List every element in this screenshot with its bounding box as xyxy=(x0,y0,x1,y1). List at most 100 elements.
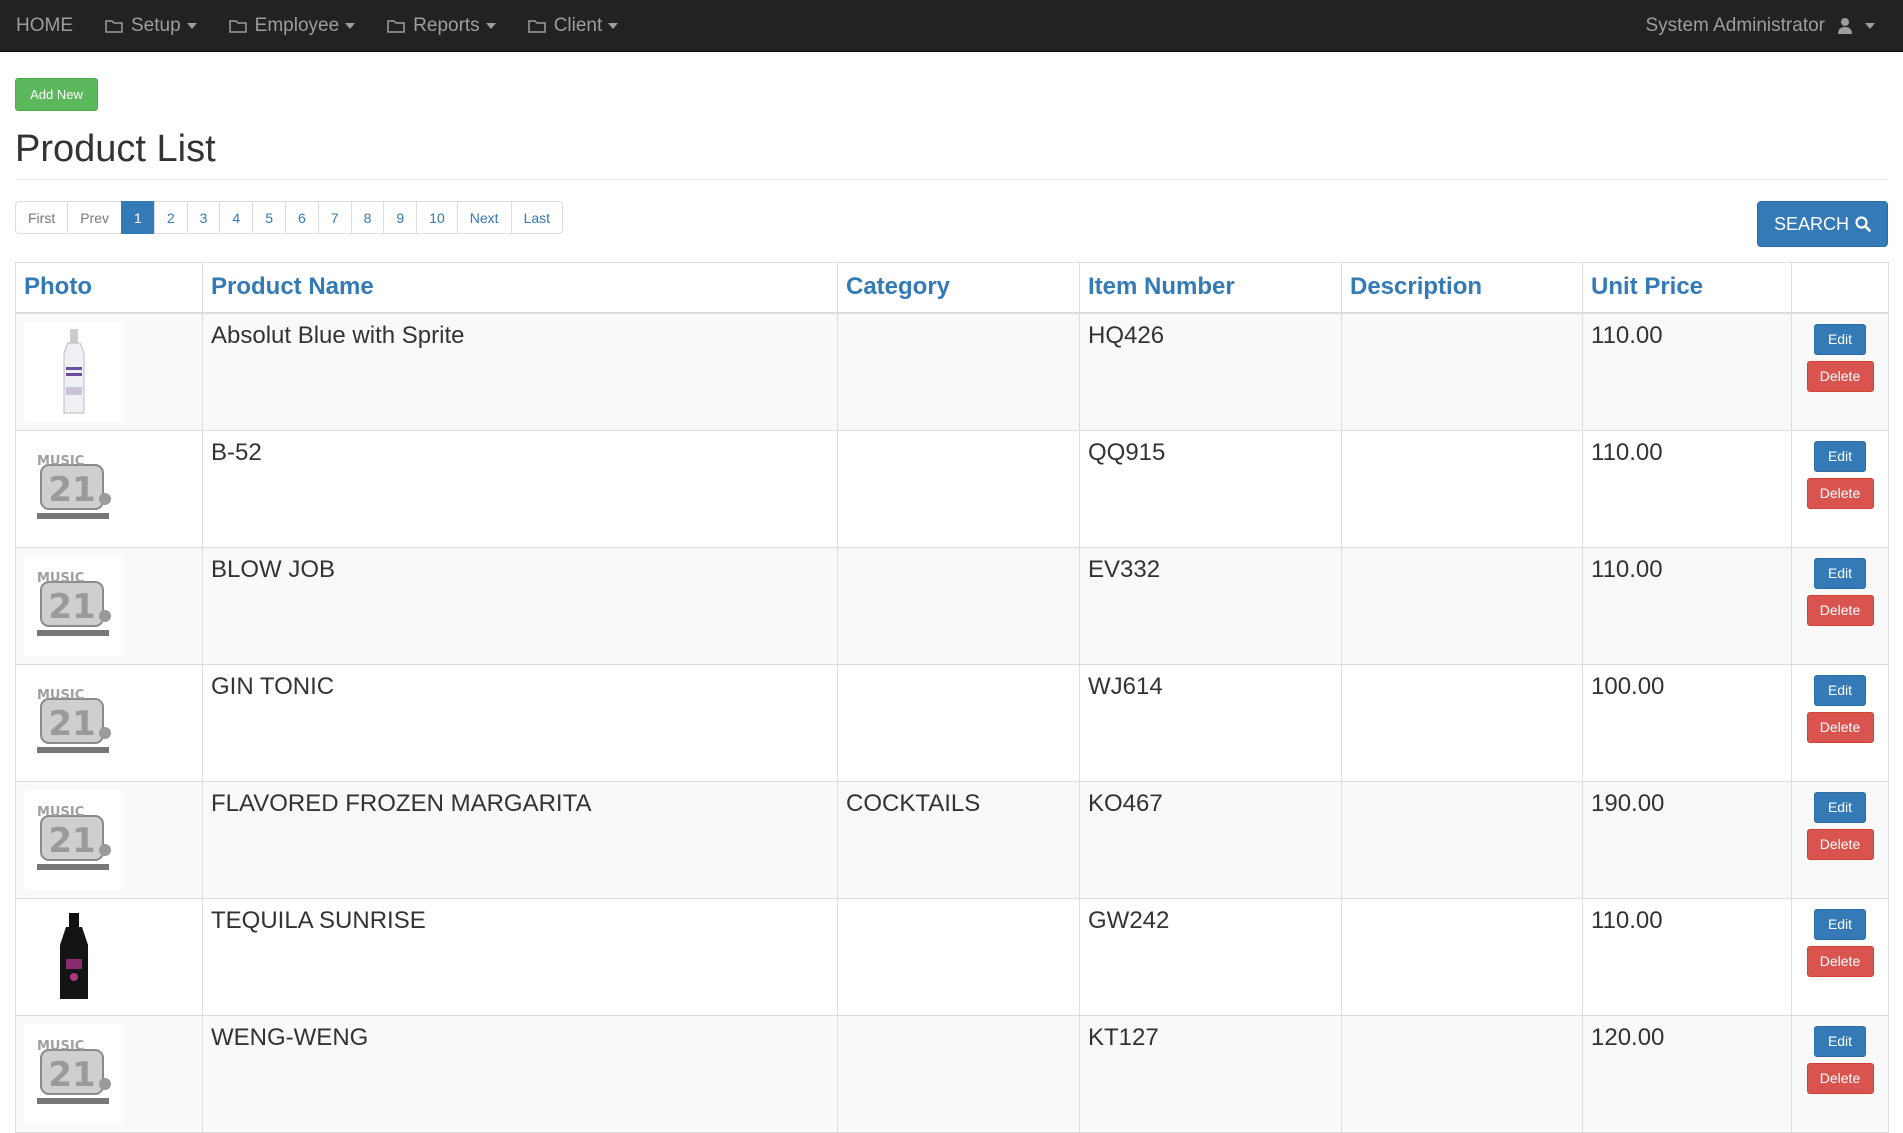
unit-price-cell: 120.00 xyxy=(1582,1014,1792,1133)
page-first[interactable]: First xyxy=(15,201,69,234)
product-table: Photo Product Name Category Item Number … xyxy=(15,262,1889,1133)
actions-cell: Edit Delete xyxy=(1791,1014,1889,1133)
search-icon xyxy=(1855,216,1871,232)
unit-price-cell: 190.00 xyxy=(1582,780,1792,899)
music21-logo-thumbnail: 21 MUSIC xyxy=(24,789,124,890)
music21-logo-image: 21 MUSIC xyxy=(37,688,111,753)
item-number-cell: KT127 xyxy=(1079,1014,1342,1133)
actions-cell: Edit Delete xyxy=(1791,780,1889,899)
edit-button[interactable]: Edit xyxy=(1814,791,1866,823)
page-9[interactable]: 9 xyxy=(383,201,418,234)
item-number-cell: KO467 xyxy=(1079,780,1342,899)
music21-logo-thumbnail: 21 MUSIC xyxy=(24,438,124,539)
unit-price-cell: 110.00 xyxy=(1582,312,1792,431)
item-number-cell: QQ915 xyxy=(1079,429,1342,548)
user-icon xyxy=(1838,18,1852,34)
product-name-cell: TEQUILA SUNRISE xyxy=(202,897,838,1016)
header-product-name[interactable]: Product Name xyxy=(202,262,838,314)
actions-cell: Edit Delete xyxy=(1791,663,1889,782)
page-10[interactable]: 10 xyxy=(416,201,458,234)
svg-text:MUSIC: MUSIC xyxy=(37,454,84,469)
photo-cell: 21 MUSIC xyxy=(15,780,203,899)
table-row: 21 MUSIC GIN TONIC WJ614 100.00 Edit Del… xyxy=(15,663,1889,782)
item-number-cell: HQ426 xyxy=(1079,312,1342,431)
nav-reports-dropdown[interactable]: Reports xyxy=(371,0,512,52)
nav-client-dropdown[interactable]: Client xyxy=(512,0,635,52)
pagination: First Prev 1 2 3 4 5 6 7 8 9 10 Next Las… xyxy=(15,201,564,234)
header-category[interactable]: Category xyxy=(837,262,1080,314)
photo-cell: 21 MUSIC xyxy=(15,429,203,548)
header-unit-price[interactable]: Unit Price xyxy=(1582,262,1792,314)
product-name-cell: BLOW JOB xyxy=(202,546,838,665)
product-name-cell: WENG-WENG xyxy=(202,1014,838,1133)
music21-logo-thumbnail: 21 MUSIC xyxy=(24,555,124,656)
unit-price-cell: 100.00 xyxy=(1582,663,1792,782)
svg-text:MUSIC: MUSIC xyxy=(37,571,84,586)
description-cell xyxy=(1341,897,1583,1016)
category-cell xyxy=(837,897,1080,1016)
music21-logo-image: 21 MUSIC xyxy=(37,454,111,519)
header-item-number[interactable]: Item Number xyxy=(1079,262,1342,314)
page-prev[interactable]: Prev xyxy=(67,201,123,234)
add-new-button[interactable]: Add New xyxy=(15,78,98,111)
actions-cell: Edit Delete xyxy=(1791,546,1889,665)
nav-employee-dropdown[interactable]: Employee xyxy=(213,0,372,52)
header-photo[interactable]: Photo xyxy=(15,262,203,314)
edit-button[interactable]: Edit xyxy=(1814,440,1866,472)
svg-text:21: 21 xyxy=(48,704,95,744)
svg-text:21: 21 xyxy=(48,821,95,861)
edit-button[interactable]: Edit xyxy=(1814,674,1866,706)
description-cell xyxy=(1341,780,1583,899)
unit-price-cell: 110.00 xyxy=(1582,897,1792,1016)
delete-button[interactable]: Delete xyxy=(1806,477,1874,509)
user-menu-dropdown[interactable]: System Administrator xyxy=(1630,0,1892,52)
page-title: Product List xyxy=(15,128,216,170)
header-actions xyxy=(1791,262,1889,314)
page-5[interactable]: 5 xyxy=(252,201,286,234)
table-row: 21 MUSIC BLOW JOB EV332 110.00 Edit Dele… xyxy=(15,546,1889,665)
delete-button[interactable]: Delete xyxy=(1806,1062,1874,1094)
page-3[interactable]: 3 xyxy=(186,201,221,234)
product-name-cell: FLAVORED FROZEN MARGARITA xyxy=(202,780,838,899)
delete-button[interactable]: Delete xyxy=(1806,360,1874,392)
search-button[interactable]: SEARCH xyxy=(1757,201,1888,247)
photo-cell xyxy=(15,897,203,1016)
page-next[interactable]: Next xyxy=(456,201,512,234)
delete-button[interactable]: Delete xyxy=(1806,828,1874,860)
page-4[interactable]: 4 xyxy=(219,201,254,234)
music21-logo-image: 21 MUSIC xyxy=(37,571,111,636)
delete-button[interactable]: Delete xyxy=(1806,594,1874,626)
category-cell xyxy=(837,429,1080,548)
top-navbar: HOME Setup Employee Reports Client Syste… xyxy=(0,0,1903,52)
header-description[interactable]: Description xyxy=(1341,262,1583,314)
category-cell xyxy=(837,312,1080,431)
folder-icon xyxy=(228,20,247,33)
page-1[interactable]: 1 xyxy=(121,201,155,234)
edit-button[interactable]: Edit xyxy=(1814,908,1866,940)
page-2[interactable]: 2 xyxy=(153,201,188,234)
nav-setup-label: Setup xyxy=(131,15,181,36)
description-cell xyxy=(1341,429,1583,548)
page-7[interactable]: 7 xyxy=(317,201,352,234)
category-cell xyxy=(837,546,1080,665)
chevron-down-icon xyxy=(608,23,619,29)
photo-cell xyxy=(15,312,203,431)
nav-setup-dropdown[interactable]: Setup xyxy=(89,0,213,52)
photo-cell: 21 MUSIC xyxy=(15,546,203,665)
svg-text:21: 21 xyxy=(48,587,95,627)
delete-button[interactable]: Delete xyxy=(1806,711,1874,743)
table-row: 21 MUSIC B-52 QQ915 110.00 Edit Delete xyxy=(15,429,1889,548)
delete-button[interactable]: Delete xyxy=(1806,945,1874,977)
nav-home-link[interactable]: HOME xyxy=(0,0,89,52)
page-last[interactable]: Last xyxy=(510,201,564,234)
music21-logo-thumbnail: 21 MUSIC xyxy=(24,1023,124,1124)
music21-logo-thumbnail: 21 MUSIC xyxy=(24,672,124,773)
page-6[interactable]: 6 xyxy=(285,201,319,234)
unit-price-cell: 110.00 xyxy=(1582,429,1792,548)
edit-button[interactable]: Edit xyxy=(1814,323,1866,355)
page-8[interactable]: 8 xyxy=(350,201,385,234)
table-row: Absolut Blue with Sprite HQ426 110.00 Ed… xyxy=(15,312,1889,431)
category-cell: COCKTAILS xyxy=(837,780,1080,899)
edit-button[interactable]: Edit xyxy=(1814,557,1866,589)
edit-button[interactable]: Edit xyxy=(1814,1025,1866,1057)
